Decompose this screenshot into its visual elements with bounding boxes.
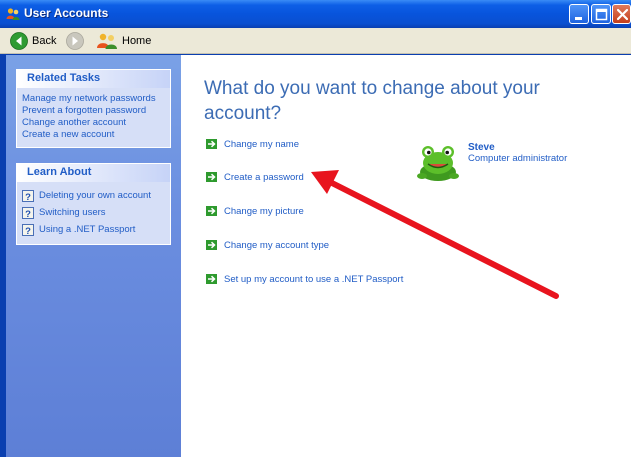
task-pane: Related Tasks Manage my network password… xyxy=(6,55,181,457)
task-change-name[interactable]: Change my name xyxy=(206,138,299,150)
forward-arrow-icon xyxy=(66,32,84,50)
task-label: Change my picture xyxy=(224,205,304,217)
green-arrow-icon xyxy=(206,274,217,284)
task-change-picture[interactable]: Change my picture xyxy=(206,205,304,217)
frog-avatar-icon xyxy=(417,146,459,181)
minimize-icon xyxy=(575,17,582,20)
svg-text:?: ? xyxy=(25,191,31,201)
user-name: Steve xyxy=(468,142,495,153)
close-button[interactable] xyxy=(612,4,631,24)
title-bar[interactable]: User Accounts xyxy=(0,0,631,28)
green-arrow-icon xyxy=(206,139,217,149)
svg-text:?: ? xyxy=(25,208,31,218)
window-content: Related Tasks Manage my network password… xyxy=(6,55,631,457)
home-button[interactable]: Home xyxy=(96,32,151,50)
user-accounts-window: User Accounts Back Home Related Tasks Ma… xyxy=(0,0,631,457)
task-change-account-type[interactable]: Change my account type xyxy=(206,239,329,251)
home-users-icon xyxy=(97,33,117,49)
link-deleting-own-account[interactable]: ? Deleting your own account xyxy=(22,187,170,204)
home-label: Home xyxy=(122,35,152,47)
user-role: Computer administrator xyxy=(468,153,568,164)
green-arrow-icon xyxy=(206,172,217,182)
maximize-button[interactable] xyxy=(591,4,611,24)
back-arrow-icon xyxy=(10,32,28,50)
link-manage-network-passwords[interactable]: Manage my network passwords xyxy=(22,93,170,105)
navigation-toolbar: Back Home xyxy=(0,28,631,54)
task-setup-net-passport[interactable]: Set up my account to use a .NET Passport xyxy=(206,273,403,285)
user-accounts-icon xyxy=(6,8,20,20)
help-question-icon: ? xyxy=(22,189,34,202)
learn-item-label: Switching users xyxy=(39,206,106,218)
task-label: Create a password xyxy=(224,171,304,183)
green-arrow-icon xyxy=(206,240,217,250)
window-title: User Accounts xyxy=(24,6,109,20)
link-switching-users[interactable]: ? Switching users xyxy=(22,204,170,221)
svg-text:?: ? xyxy=(25,225,31,235)
learn-about-header[interactable]: Learn About xyxy=(17,164,170,182)
back-label: Back xyxy=(32,35,57,47)
task-label: Change my name xyxy=(224,138,299,150)
learn-item-label: Using a .NET Passport xyxy=(39,223,136,235)
green-arrow-icon xyxy=(206,206,217,216)
task-label: Change my account type xyxy=(224,239,330,251)
link-create-new-account[interactable]: Create a new account xyxy=(22,129,170,141)
help-question-icon: ? xyxy=(22,223,34,236)
learn-item-label: Deleting your own account xyxy=(39,189,151,201)
close-icon xyxy=(616,8,629,21)
help-question-icon: ? xyxy=(22,206,34,219)
main-panel: What do you want to change about your ac… xyxy=(181,55,631,457)
minimize-button[interactable] xyxy=(569,4,589,24)
link-change-another-account[interactable]: Change another account xyxy=(22,117,170,129)
task-label: Set up my account to use a .NET Passport xyxy=(224,273,404,285)
related-tasks-header[interactable]: Related Tasks xyxy=(17,70,170,88)
maximize-icon xyxy=(595,8,608,21)
link-using-net-passport[interactable]: ? Using a .NET Passport xyxy=(22,221,170,238)
related-tasks-panel: Related Tasks Manage my network password… xyxy=(16,69,171,148)
forward-button[interactable] xyxy=(66,32,84,50)
learn-about-panel: Learn About ? Deleting your own account … xyxy=(16,163,171,245)
back-button[interactable]: Back xyxy=(10,32,56,50)
task-create-password[interactable]: Create a password xyxy=(206,171,304,183)
link-prevent-forgotten-password[interactable]: Prevent a forgotten password xyxy=(22,105,170,117)
page-title: What do you want to change about your ac… xyxy=(204,78,540,124)
